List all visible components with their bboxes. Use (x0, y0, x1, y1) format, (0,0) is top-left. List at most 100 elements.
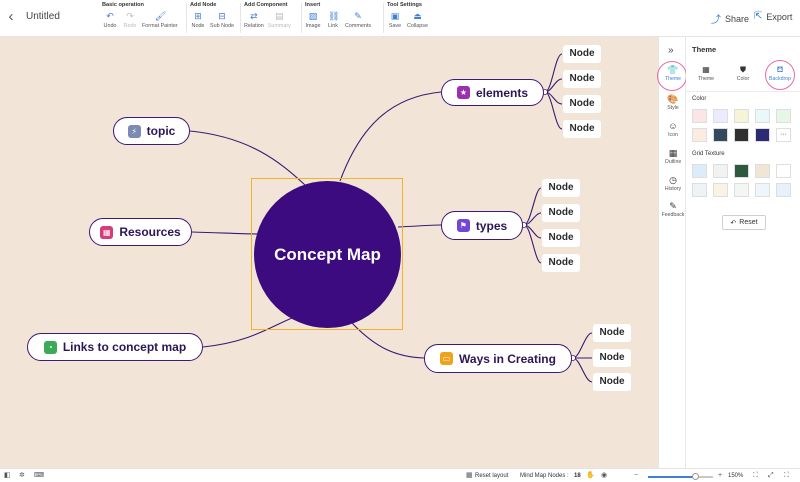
share-icon: ⤴ (711, 15, 721, 26)
color-swatch[interactable] (713, 109, 728, 123)
branch-ways-in-creating[interactable]: ▭ Ways in Creating (424, 344, 572, 373)
monitor-icon: ▭ (440, 352, 454, 365)
node-ways-3[interactable]: Node (593, 373, 631, 391)
export-icon: ⇱ (754, 11, 763, 22)
rail-item-label: Theme (664, 76, 682, 82)
redo-button[interactable]: ↷ Redo (122, 11, 138, 29)
back-icon[interactable]: ‹ (4, 9, 18, 25)
color-swatch[interactable] (692, 128, 707, 142)
undo-button[interactable]: ↶ Undo (102, 11, 118, 29)
rail-item-feedback[interactable]: ✎ Feedback (659, 201, 687, 218)
node-elements-4[interactable]: Node (563, 120, 601, 138)
zoom-out-icon[interactable]: − (634, 472, 638, 480)
share-button[interactable]: ⤴ Share (711, 11, 750, 27)
sub-node-button[interactable]: ⊟ Sub Node (210, 11, 234, 29)
document-title[interactable]: Untitled (26, 11, 60, 22)
image-button[interactable]: ▨ Image (305, 11, 321, 29)
texture-swatch[interactable] (692, 164, 707, 178)
node-types-4[interactable]: Node (542, 254, 580, 272)
link-button[interactable]: ⛓ Link (325, 11, 341, 29)
share-label: Share (725, 13, 750, 24)
rail-item-history[interactable]: ◷ History (659, 175, 687, 192)
more-colors-button[interactable]: ··· (776, 128, 791, 142)
texture-swatch[interactable] (713, 164, 728, 178)
comments-button[interactable]: ✎ Comments (345, 11, 371, 29)
node-types-1[interactable]: Node (542, 179, 580, 197)
texture-swatch[interactable] (755, 183, 770, 197)
branch-elements[interactable]: ★ elements (441, 79, 544, 106)
reset-layout-button[interactable]: Reset layout (475, 473, 508, 479)
zoom-in-icon[interactable]: + (718, 472, 722, 480)
node-types-3[interactable]: Node (542, 229, 580, 247)
branch-label: Ways in Creating (459, 351, 556, 366)
tool-label: Save (388, 23, 402, 29)
node-elements-1[interactable]: Node (563, 45, 601, 63)
node-elements-2[interactable]: Node (563, 70, 601, 88)
tab-color[interactable]: ⛊ Color (726, 65, 760, 82)
color-swatch[interactable] (755, 109, 770, 123)
reset-button[interactable]: ↶ Reset (722, 215, 766, 230)
node-types-2[interactable]: Node (542, 204, 580, 222)
tool-label: Summary (267, 23, 291, 29)
hand-icon[interactable]: ✋ (586, 472, 595, 480)
connector-types (397, 224, 442, 228)
node-elements-3[interactable]: Node (563, 95, 601, 113)
summary-button[interactable]: ▤ Summary (268, 11, 291, 29)
keyboard-icon[interactable]: ⌨ (34, 472, 44, 480)
texture-swatch[interactable] (734, 183, 749, 197)
texture-swatch[interactable] (776, 164, 791, 178)
branch-types[interactable]: ⚑ types (441, 211, 523, 240)
relation-icon: ⇄ (250, 11, 258, 21)
zoom-slider-handle[interactable] (691, 473, 699, 480)
image-icon: ▨ (308, 11, 318, 21)
node-button[interactable]: ⊞ Node (190, 11, 206, 29)
rail-item-outline[interactable]: ▦ Outline (659, 148, 687, 165)
save-button[interactable]: ▣ Save (387, 11, 403, 29)
branch-resources[interactable]: ▦ Resources (89, 218, 192, 246)
export-button[interactable]: ⇱ Export (754, 11, 792, 22)
relation-button[interactable]: ⇄ Relation (244, 11, 264, 29)
eye-icon[interactable]: ◉ (601, 472, 607, 480)
central-topic[interactable]: Concept Map (256, 183, 399, 326)
toolbar-divider (301, 3, 302, 33)
texture-swatch[interactable] (713, 183, 728, 197)
format-painter-button[interactable]: 🖌 Format Painter (142, 11, 178, 29)
node-ways-1[interactable]: Node (593, 324, 631, 342)
mind-map-canvas[interactable]: ⚡ topic ▦ Resources ◔ Links to concept m… (0, 37, 658, 468)
color-section-label: Color (692, 96, 707, 102)
color-swatch[interactable] (734, 128, 749, 142)
tool-label: Image (305, 23, 321, 29)
color-swatch[interactable] (755, 128, 770, 142)
collapse-button[interactable]: ⏏ Collapse (407, 11, 428, 29)
settings-icon[interactable]: ✲ (19, 472, 25, 480)
reset-layout-icon: ▦ (466, 472, 473, 479)
zoom-level[interactable]: 150% (728, 473, 743, 479)
tool-label: Relation (244, 23, 264, 29)
group-label: Insert (305, 2, 321, 8)
texture-swatch[interactable] (755, 164, 770, 178)
present-icon[interactable]: ⛶ (784, 472, 789, 480)
texture-swatch[interactable] (734, 164, 749, 178)
fullscreen-icon[interactable]: ⤢ (768, 472, 774, 480)
rail-item-icon[interactable]: ☺ Icon (659, 121, 687, 138)
zoom-slider[interactable] (648, 473, 713, 480)
rail-item-theme[interactable]: 👕 Theme (659, 65, 687, 82)
color-swatch[interactable] (776, 109, 791, 123)
branch-topic[interactable]: ⚡ topic (113, 117, 190, 145)
reset-label: Reset (739, 219, 758, 226)
color-swatch[interactable] (692, 109, 707, 123)
texture-swatch[interactable] (692, 183, 707, 197)
central-topic-label: Concept Map (274, 244, 381, 264)
collapse-panel-icon[interactable]: » (668, 45, 674, 56)
tshirt-icon: 👕 (667, 65, 679, 75)
color-swatch[interactable] (734, 109, 749, 123)
rail-item-style[interactable]: 🎨 Style (659, 94, 687, 111)
branch-links-to-concept-map[interactable]: ◔ Links to concept map (27, 333, 203, 361)
fit-screen-icon[interactable]: ⛶ (753, 472, 758, 480)
node-ways-2[interactable]: Node (593, 349, 631, 367)
sidebar-toggle-icon[interactable]: ◧ (4, 472, 11, 480)
color-swatch[interactable] (713, 128, 728, 142)
tab-theme[interactable]: ▦ Theme (689, 65, 723, 82)
texture-swatch[interactable] (776, 183, 791, 197)
star-icon: ★ (456, 86, 470, 99)
